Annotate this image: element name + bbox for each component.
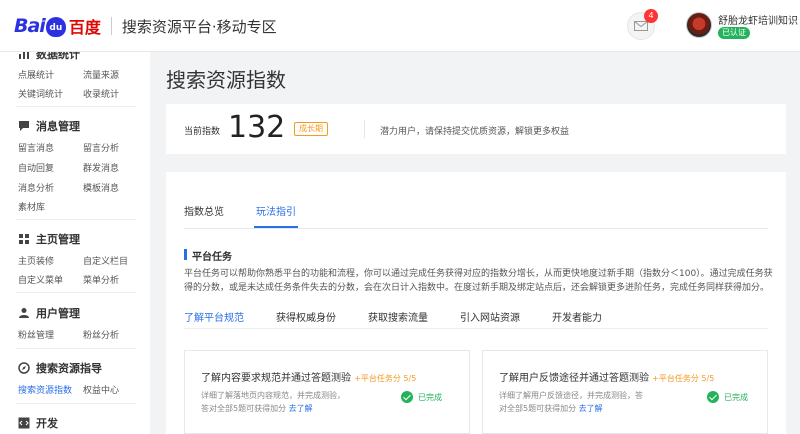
sidebar-item-menu-analysis[interactable]: 菜单分析 [83, 273, 119, 286]
avatar[interactable] [686, 12, 712, 38]
sidebar-divider [16, 106, 136, 107]
sidebar-section-search-guide[interactable]: 搜索资源指导 [18, 360, 102, 376]
top-header: Bai du 百度 搜索资源平台·移动专区 4 舒胎龙虾培训知识 已认证 [0, 0, 800, 52]
code-icon [18, 417, 30, 429]
sidebar-divider [16, 348, 136, 349]
sidebar-item-search-index[interactable]: 搜索资源指数 [18, 383, 72, 396]
sidebar-item-rights-center[interactable]: 权益中心 [83, 383, 119, 396]
sidebar-item-comment-analysis[interactable]: 留言分析 [83, 141, 119, 154]
tab-overview[interactable]: 指数总览 [184, 203, 224, 218]
stage-badge: 成长期 [294, 122, 328, 136]
sidebar-item-keyword-stats[interactable]: 关键词统计 [18, 87, 63, 100]
envelope-icon [634, 21, 648, 31]
verified-badge: 已认证 [718, 27, 750, 39]
learn-more-link[interactable]: 去了解 [289, 404, 313, 413]
task-description: 详细了解用户反馈途径，并完成测验，答 对全部5题可获得加分 去了解 [499, 391, 643, 413]
logo-paw-icon: du [45, 17, 66, 37]
sidebar: 数据统计 点展统计 流量来源 关键词统计 收录统计 消息管理 留言消息 留言分析… [0, 52, 150, 434]
sidebar-item-homepage-decor[interactable]: 主页装修 [18, 254, 54, 267]
sidebar-item-comments[interactable]: 留言消息 [18, 141, 54, 154]
sidebar-item-custom-menu[interactable]: 自定义菜单 [18, 273, 63, 286]
subtab-authority[interactable]: 获得权威身份 [276, 309, 336, 324]
task-card: 了解用户反馈途径并通过答题测验 +平台任务分 5/5 详细了解用户反馈途径，并完… [482, 350, 768, 434]
subtab-search-traffic[interactable]: 获取搜索流量 [368, 309, 428, 324]
compass-icon [18, 362, 30, 374]
subtab-divider [184, 328, 768, 329]
sidebar-section-homepage[interactable]: 主页管理 [18, 231, 80, 247]
sidebar-section-users[interactable]: 用户管理 [18, 305, 80, 321]
user-icon [18, 307, 30, 319]
sidebar-item-custom-column[interactable]: 自定义栏目 [83, 254, 128, 267]
sidebar-section-data[interactable]: 数据统计 [18, 52, 80, 62]
index-value: 132 [228, 110, 286, 145]
sidebar-item-auto-reply[interactable]: 自动回复 [18, 161, 54, 174]
index-divider [364, 120, 365, 138]
section-description: 平台任务可以帮助你熟悉平台的功能和流程，你可以通过完成任务获得对应的指数分增长，… [184, 269, 773, 293]
tab-guide[interactable]: 玩法指引 [256, 203, 296, 218]
sidebar-divider [16, 292, 136, 293]
message-icon [18, 120, 30, 132]
sidebar-item-index-stats[interactable]: 收录统计 [83, 87, 119, 100]
check-circle-icon [707, 391, 719, 403]
subtab-platform-rules[interactable]: 了解平台规范 [184, 309, 244, 324]
sidebar-section-develop[interactable]: 开发 [18, 415, 58, 431]
check-circle-icon [401, 391, 413, 403]
sidebar-item-fans-manage[interactable]: 粉丝管理 [18, 328, 54, 341]
index-label: 当前指数 [184, 127, 221, 137]
sidebar-item-materials[interactable]: 素材库 [18, 200, 45, 213]
section-title: 平台任务 [192, 252, 232, 263]
sidebar-item-fans-analysis[interactable]: 粉丝分析 [83, 328, 119, 341]
grid-icon [18, 233, 30, 245]
guide-content-card: 指数总览 玩法指引 平台任务 平台任务可以帮助你熟悉平台的功能和流程，你可以通过… [166, 172, 786, 434]
subtab-site-resources[interactable]: 引入网站资源 [460, 309, 520, 324]
user-name[interactable]: 舒胎龙虾培训知识 [718, 12, 798, 27]
page-title: 搜索资源指数 [166, 68, 286, 92]
sidebar-section-message[interactable]: 消息管理 [18, 118, 80, 134]
logo-cn-text: 百度 [68, 18, 101, 37]
message-count-badge: 4 [644, 9, 658, 23]
sidebar-item-message-analysis[interactable]: 消息分析 [18, 181, 54, 194]
task-card: 了解内容要求规范并通过答题测验 +平台任务分 5/5 详细了解落地页内容规范，并… [184, 350, 470, 434]
sidebar-item-broadcast[interactable]: 群发消息 [83, 161, 119, 174]
chart-icon [18, 52, 30, 60]
task-title: 了解内容要求规范并通过答题测验 +平台任务分 5/5 [201, 373, 417, 384]
task-reward: +平台任务分 5/5 [354, 374, 417, 383]
sidebar-item-traffic-source[interactable]: 流量来源 [83, 68, 119, 81]
sidebar-item-click-stats[interactable]: 点展统计 [18, 68, 54, 81]
message-button[interactable]: 4 [627, 9, 658, 40]
logo-divider [110, 17, 112, 35]
index-tip: 潜力用户，请保持提交优质资源，解锁更多权益 [380, 127, 570, 137]
section-accent-bar [184, 249, 187, 260]
tab-divider [184, 228, 768, 229]
sidebar-divider [16, 219, 136, 220]
task-title: 了解用户反馈途径并通过答题测验 +平台任务分 5/5 [499, 373, 715, 384]
task-status: 已完成 [401, 391, 442, 403]
sidebar-divider [16, 403, 136, 404]
subtab-developer[interactable]: 开发者能力 [552, 309, 602, 324]
task-reward: +平台任务分 5/5 [652, 374, 715, 383]
task-description: 详细了解落地页内容规范，并完成测验， 答对全部5题可获得加分 去了解 [201, 391, 345, 413]
active-tab-indicator [254, 226, 298, 228]
sidebar-item-template-message[interactable]: 模板消息 [83, 181, 119, 194]
logo-bai-text: Bai [14, 15, 46, 37]
task-status: 已完成 [707, 391, 748, 403]
platform-title: 搜索资源平台·移动专区 [121, 17, 277, 36]
learn-more-link[interactable]: 去了解 [579, 404, 603, 413]
baidu-logo[interactable]: Bai du 百度 搜索资源平台·移动专区 [14, 13, 277, 39]
index-summary-card: 当前指数 132 成长期 潜力用户，请保持提交优质资源，解锁更多权益 [166, 104, 786, 154]
